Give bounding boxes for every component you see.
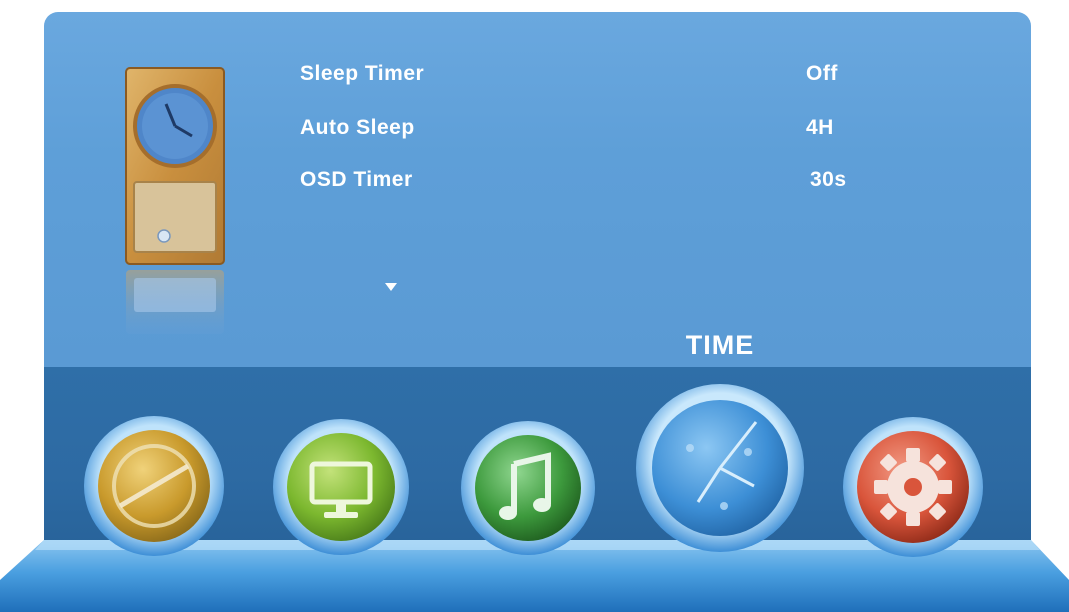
section-title: TIME xyxy=(685,330,755,360)
menu-item-label: OSD Timer xyxy=(300,168,413,191)
monitor-icon[interactable] xyxy=(268,414,414,560)
menu-item-value: 30s xyxy=(810,168,847,191)
gear-icon[interactable] xyxy=(838,412,988,562)
menu-item-sleep-timer[interactable]: Sleep Timer Off xyxy=(300,62,860,92)
down-arrow-icon[interactable] xyxy=(385,283,397,291)
clock-icon[interactable] xyxy=(632,380,808,556)
osd-menu-screen: Sleep Timer Off Auto Sleep 4H OSD Timer … xyxy=(0,0,1069,612)
menu-item-label: Auto Sleep xyxy=(300,116,415,139)
menu-item-value: 4H xyxy=(806,116,834,139)
menu-item-auto-sleep[interactable]: Auto Sleep 4H xyxy=(300,116,860,146)
picture-dial-icon[interactable] xyxy=(78,410,230,562)
clock-thumbnail-icon xyxy=(125,67,225,334)
menu-item-label: Sleep Timer xyxy=(300,62,425,85)
music-note-icon[interactable] xyxy=(456,416,600,560)
menu-item-osd-timer[interactable]: OSD Timer 30s xyxy=(300,168,860,198)
menu-item-value: Off xyxy=(806,62,838,85)
